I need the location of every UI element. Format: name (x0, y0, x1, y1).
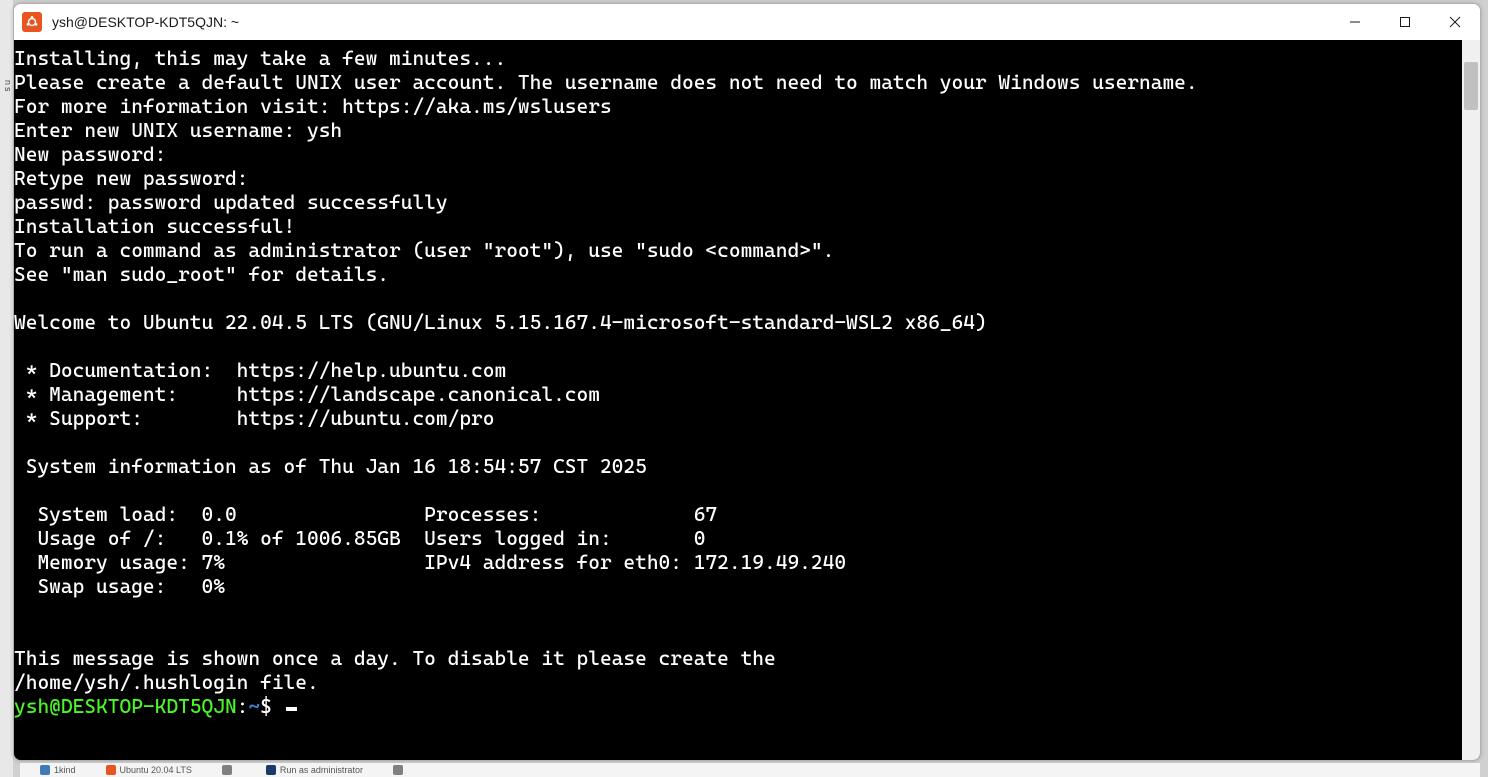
window-controls (1330, 4, 1480, 40)
prompt-sep: : (237, 694, 249, 718)
taskbar-item[interactable]: 1kind (40, 765, 76, 775)
taskbar-item-icon (266, 765, 276, 775)
taskbar-item-label: 1kind (54, 765, 76, 775)
taskbar-item-label: Run as administrator (280, 765, 363, 775)
taskbar-item-icon (106, 765, 116, 775)
taskbar-item[interactable]: Ubuntu 20.04 LTS (106, 765, 192, 775)
taskbar-item[interactable] (222, 765, 236, 775)
taskbar-item-icon (393, 765, 403, 775)
maximize-button[interactable] (1380, 4, 1430, 40)
close-button[interactable] (1430, 4, 1480, 40)
minimize-button[interactable] (1330, 4, 1380, 40)
left-edge-hint: ns (0, 0, 13, 777)
prompt-path: ~ (248, 694, 260, 718)
taskbar-item-icon (222, 765, 232, 775)
taskbar-item[interactable]: Run as administrator (266, 765, 363, 775)
taskbar-item-label: Ubuntu 20.04 LTS (120, 765, 192, 775)
cursor (286, 707, 297, 711)
taskbar-strip: 1kind Ubuntu 20.04 LTS Run as administrato… (20, 763, 1480, 777)
taskbar-item-icon (40, 765, 50, 775)
window-title: ysh@DESKTOP-KDT5QJN: ~ (52, 14, 1330, 30)
scrollbar[interactable] (1462, 40, 1480, 760)
taskbar-item[interactable] (393, 765, 407, 775)
prompt-user: ysh@DESKTOP-KDT5QJN (14, 694, 237, 718)
terminal-window: ysh@DESKTOP-KDT5QJN: ~ Installing, this … (13, 3, 1481, 761)
scrollbar-thumb[interactable] (1464, 62, 1478, 110)
ubuntu-icon (22, 12, 42, 32)
prompt-symbol: $ (260, 694, 283, 718)
window-titlebar[interactable]: ysh@DESKTOP-KDT5QJN: ~ (14, 4, 1480, 40)
terminal-output[interactable]: Installing, this may take a few minutes.… (14, 40, 1462, 760)
